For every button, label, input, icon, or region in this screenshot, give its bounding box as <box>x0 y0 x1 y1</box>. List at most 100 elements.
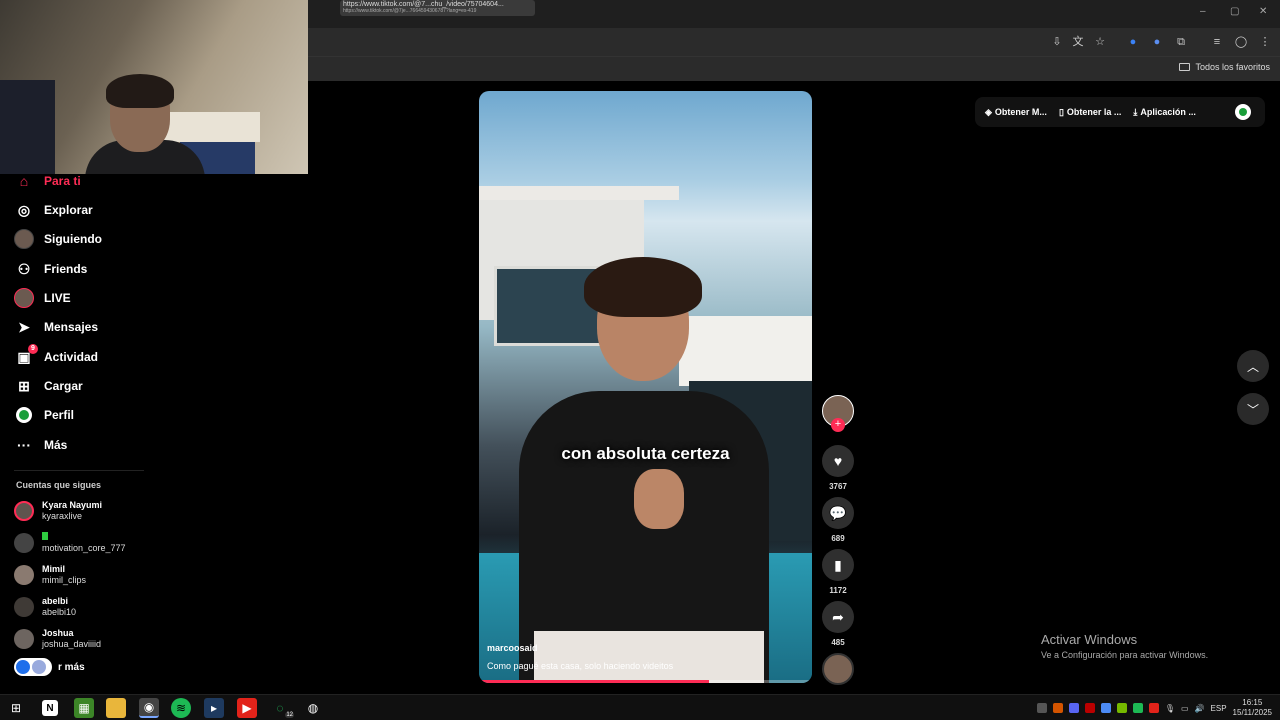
nvidia-icon[interactable] <box>1116 703 1127 713</box>
discord-icon[interactable] <box>1068 703 1079 713</box>
bookmarks-folder[interactable]: Todos los favoritos <box>1179 62 1270 72</box>
clock-time: 16:15 <box>1242 698 1263 707</box>
following-account[interactable]: motivation_core_777 <box>14 532 126 554</box>
sidebar-item-para-ti[interactable]: ⌂ Para ti <box>14 170 81 192</box>
following-account[interactable]: Joshua joshua_daviiiid <box>14 628 101 650</box>
menu-icon[interactable]: ⋮ <box>1258 35 1272 49</box>
language-indicator[interactable]: ESP <box>1211 704 1227 713</box>
editor-icon[interactable]: ▸ <box>204 698 224 718</box>
webcam-bed <box>160 112 260 142</box>
get-app-button[interactable]: ▯ Obtener la ... <box>1059 107 1121 118</box>
sidebar-item-siguiendo[interactable]: Siguiendo <box>14 228 102 250</box>
sidebar-item-label: Actividad <box>44 350 99 364</box>
install-icon[interactable]: ⇩ <box>1050 35 1064 49</box>
sidebar-item-cargar[interactable]: ⊞ Cargar <box>14 375 83 397</box>
close-icon[interactable]: ✕ <box>1259 6 1267 17</box>
activate-subtitle: Ve a Configuración para activar Windows. <box>1041 650 1209 660</box>
system-tray: 🎙 ▭ 🔊 ESP 16:15 15/11/2025 <box>1036 695 1272 720</box>
star-icon[interactable]: ☆ <box>1093 35 1107 49</box>
comment-button[interactable]: 💬 <box>822 497 854 529</box>
follow-plus-icon[interactable]: + <box>831 418 845 432</box>
capture-app-icon[interactable]: ▶ <box>237 698 257 718</box>
minimize-icon[interactable]: – <box>1200 6 1206 17</box>
toggle-widget[interactable] <box>14 658 52 676</box>
desktop-app-button[interactable]: ⤓ Aplicación ... <box>1133 107 1196 118</box>
translate-icon[interactable]: 文 <box>1071 35 1085 49</box>
spotify-icon[interactable]: ≋ <box>171 698 191 718</box>
battery-emoji-icon <box>42 532 48 540</box>
heart-icon: ♥ <box>833 453 843 469</box>
live-icon <box>14 288 34 308</box>
like-button[interactable]: ♥ <box>822 445 854 477</box>
compass-icon: ◎ <box>17 201 31 218</box>
see-more-link[interactable]: r más <box>14 658 85 676</box>
get-coins-button[interactable]: ◈ Obtener M... <box>985 107 1047 118</box>
following-section-title: Cuentas que sigues <box>16 480 102 490</box>
obs-icon[interactable]: ◍ <box>303 698 323 718</box>
sidebar-item-friends[interactable]: ⚇ Friends <box>14 258 88 280</box>
extension-a-icon[interactable]: ● <box>1126 35 1140 49</box>
account-icon[interactable]: ◯ <box>1234 35 1248 49</box>
clock[interactable]: 16:15 15/11/2025 <box>1233 698 1272 718</box>
sidebar-item-label: Cargar <box>44 379 83 393</box>
previous-video-button[interactable]: ︿ <box>1237 350 1269 382</box>
media-icon[interactable]: ≡ <box>1210 35 1224 49</box>
sidebar-item-actividad[interactable]: ▣ 9 Actividad <box>14 344 99 368</box>
avatar <box>14 597 34 617</box>
profile-avatar-button[interactable] <box>1235 104 1251 120</box>
sidebar-item-mas[interactable]: ··· Más <box>14 434 67 456</box>
download-icon: ⤓ <box>1133 106 1138 117</box>
coin-icon: ◈ <box>985 106 992 117</box>
tray-app-icon[interactable] <box>1148 703 1159 713</box>
following-account[interactable]: Kyara Nayumi kyaraxlive <box>14 500 102 522</box>
avatar <box>14 501 34 521</box>
house-roof <box>479 186 679 200</box>
start-icon[interactable]: ⊞ <box>6 698 26 718</box>
chrome-icon[interactable]: ◉ <box>139 698 159 718</box>
account-handle: mimil_clips <box>42 575 87 585</box>
notion-icon[interactable]: N <box>42 700 58 716</box>
chevron-down-icon: ﹀ <box>1246 402 1259 417</box>
following-account[interactable]: abelbi abelbi10 <box>14 596 76 618</box>
clock-date: 15/11/2025 <box>1232 708 1272 717</box>
friends-icon: ⚇ <box>17 260 31 277</box>
video-player[interactable]: con absoluta certeza marcoosaid Como pag… <box>479 91 812 683</box>
extension-b-icon[interactable]: ● <box>1150 35 1164 49</box>
get-app-label: Obtener la ... <box>1066 107 1122 117</box>
volume-icon[interactable]: 🔊 <box>1195 704 1205 713</box>
sidebar-item-live[interactable]: LIVE <box>14 287 71 309</box>
sidebar-divider <box>14 470 144 471</box>
sidebar-item-label: LIVE <box>44 291 71 305</box>
tray-app-icon[interactable] <box>1052 703 1063 713</box>
puzzle-icon[interactable]: ⧉ <box>1174 35 1188 49</box>
maximize-icon[interactable]: ▢ <box>1230 6 1239 17</box>
tray-app-icon[interactable] <box>1036 703 1047 713</box>
sidebar-item-mensajes[interactable]: ➤ Mensajes <box>14 316 98 338</box>
next-video-button[interactable]: ﹀ <box>1237 393 1269 425</box>
sidebar-item-label: Para ti <box>44 174 81 188</box>
video-username[interactable]: marcoosaid <box>487 643 538 653</box>
whatsapp-icon[interactable]: ◌ 12 <box>270 698 294 718</box>
following-account[interactable]: Mimil mimil_clips <box>14 564 86 586</box>
network-icon[interactable]: ▭ <box>1181 704 1189 713</box>
tray-app-icon[interactable] <box>1084 703 1095 713</box>
video-progress-bar[interactable] <box>479 680 812 683</box>
share-button[interactable]: ➦ <box>822 601 854 633</box>
microphone-icon[interactable]: 🎙 <box>1165 704 1175 713</box>
tray-spotify-icon[interactable] <box>1132 703 1143 713</box>
file-explorer-icon[interactable] <box>106 698 126 718</box>
video-caption-overlay: con absoluta certeza <box>561 444 730 463</box>
bookmarks-folder-label: Todos los favoritos <box>1195 62 1270 72</box>
save-button[interactable]: ▮ <box>822 549 854 581</box>
minecraft-icon[interactable]: ▦ <box>74 698 94 718</box>
sound-avatar[interactable] <box>822 653 854 685</box>
account-handle: abelbi10 <box>42 607 77 617</box>
sidebar-item-explorar[interactable]: ◎ Explorar <box>14 199 93 221</box>
profile-icon <box>14 405 34 425</box>
following-avatar-icon <box>14 229 34 249</box>
webcam-overlay <box>0 0 308 174</box>
account-name: Kyara Nayumi <box>42 500 103 510</box>
tray-chrome-icon[interactable] <box>1100 703 1111 713</box>
screen: https://www.tiktok.com/@7...chu_/video/7… <box>0 0 1280 720</box>
sidebar-item-perfil[interactable]: Perfil <box>14 404 74 426</box>
